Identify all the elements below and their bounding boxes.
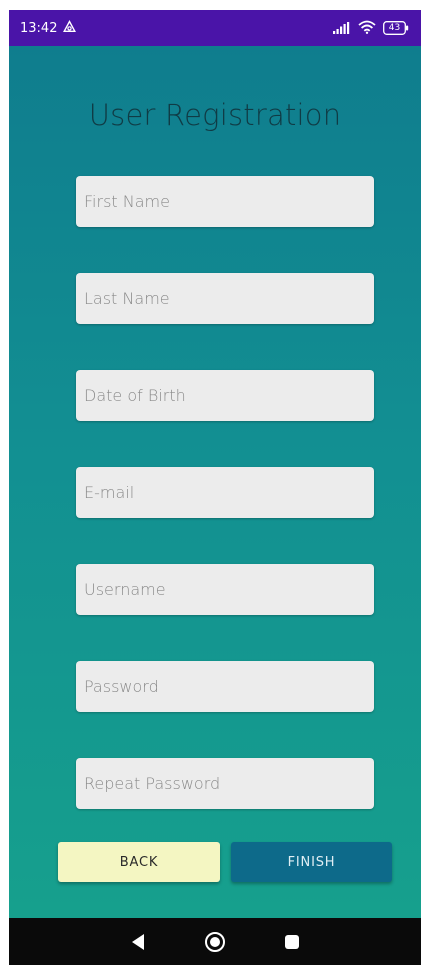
recents-square-icon — [285, 934, 300, 949]
password-field[interactable] — [76, 661, 374, 712]
cast-icon — [63, 19, 77, 37]
page-title: User Registration — [88, 98, 342, 132]
nav-home-button[interactable] — [200, 927, 230, 957]
status-bar: 13:42 43 — [9, 10, 421, 46]
email-field[interactable] — [76, 467, 374, 518]
nav-back-button[interactable] — [123, 927, 153, 957]
username-field[interactable] — [76, 564, 374, 615]
status-left: 13:42 — [20, 19, 77, 37]
wifi-icon — [358, 19, 376, 38]
battery-icon: 43 — [383, 21, 409, 35]
nav-recents-button[interactable] — [277, 927, 307, 957]
signal-icon — [333, 19, 351, 38]
finish-button[interactable]: FINISH — [231, 842, 392, 882]
battery-level: 43 — [388, 23, 401, 33]
navigation-bar — [9, 918, 421, 965]
repeat-password-field[interactable] — [76, 758, 374, 809]
status-right: 43 — [333, 19, 409, 38]
back-triangle-icon — [131, 933, 144, 950]
back-button[interactable]: BACK — [58, 842, 220, 882]
registration-screen: User Registration BACK FINISH — [9, 46, 421, 918]
last-name-field[interactable] — [76, 273, 374, 324]
home-circle-icon — [204, 931, 225, 952]
status-time: 13:42 — [20, 20, 58, 36]
first-name-field[interactable] — [76, 176, 374, 227]
date-of-birth-field[interactable] — [76, 370, 374, 421]
